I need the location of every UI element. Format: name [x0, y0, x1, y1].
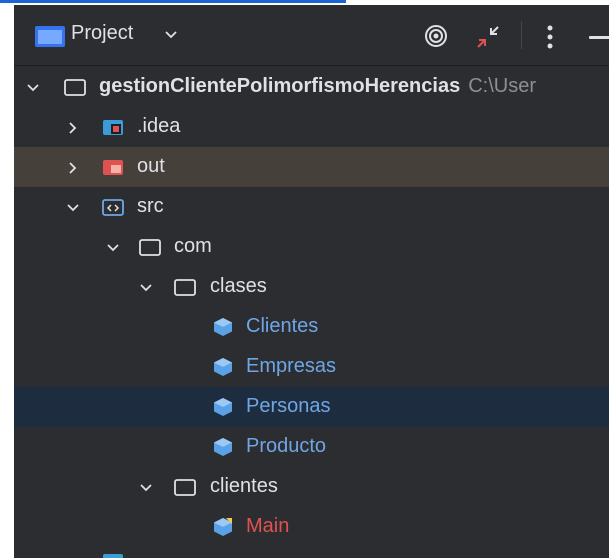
clientes-package-label: clientes: [210, 475, 278, 497]
class-label: Personas: [246, 395, 331, 417]
com-label: com: [174, 235, 212, 257]
folder-icon: [35, 26, 65, 47]
header-separator: [521, 21, 522, 49]
package-folder-icon: [139, 239, 161, 256]
collapse-icon[interactable]: [476, 25, 500, 49]
tree-item-clientes-class[interactable]: Clientes: [14, 307, 609, 347]
out-label: out: [137, 155, 165, 177]
package-folder-icon: [174, 279, 196, 296]
more-vertical-icon[interactable]: [546, 24, 554, 50]
tree-item-clases[interactable]: clases: [14, 267, 609, 307]
project-header: Project: [14, 5, 609, 66]
tree-item-main-class[interactable]: Main: [14, 507, 609, 547]
tree-item-out[interactable]: out: [14, 147, 609, 187]
chevron-down-icon[interactable]: [139, 281, 153, 295]
tree-item-idea[interactable]: .idea: [14, 107, 609, 147]
tree-item-partial: [14, 547, 609, 558]
class-label: Producto: [246, 435, 327, 457]
package-folder-icon: [174, 479, 196, 496]
file-icon: [103, 554, 123, 558]
excluded-folder-icon: [103, 160, 123, 175]
chevron-right-icon[interactable]: [66, 161, 80, 175]
source-folder-icon: [102, 199, 124, 216]
folder-icon: [64, 79, 86, 96]
tree-item-producto-class[interactable]: Producto: [14, 427, 609, 467]
project-tool-window: Project gestionClientePolimorfismoHerenc…: [14, 5, 609, 558]
chevron-down-icon[interactable]: [66, 201, 80, 215]
java-class-icon: [214, 318, 232, 336]
top-accent-bar: [0, 0, 346, 3]
main-label: Main: [246, 515, 290, 537]
tree-item-src[interactable]: src: [14, 187, 609, 227]
tree-item-root[interactable]: gestionClientePolimorfismoHerencias C:\Us…: [14, 67, 609, 107]
project-title[interactable]: Project: [71, 22, 133, 45]
chevron-right-icon[interactable]: [66, 121, 80, 135]
target-icon[interactable]: [424, 24, 448, 48]
clases-label: clases: [210, 275, 267, 297]
java-class-icon: [214, 358, 232, 376]
java-class-icon: [214, 398, 232, 416]
class-label: Clientes: [246, 315, 319, 337]
root-label: gestionClientePolimorfismoHerencias C:\Us…: [99, 75, 536, 97]
src-label: src: [137, 195, 164, 217]
minimize-icon[interactable]: [589, 36, 609, 39]
tree-item-com[interactable]: com: [14, 227, 609, 267]
idea-folder-icon: [103, 120, 123, 135]
class-label: Empresas: [246, 355, 337, 377]
root-path: C:\User: [468, 75, 536, 97]
java-main-class-icon: [214, 518, 232, 536]
chevron-down-icon[interactable]: [26, 81, 40, 95]
tree-item-empresas-class[interactable]: Empresas: [14, 347, 609, 387]
chevron-down-icon[interactable]: [164, 29, 178, 41]
tree-item-clientes-package[interactable]: clientes: [14, 467, 609, 507]
tree-item-personas-class[interactable]: Personas: [14, 387, 609, 427]
java-class-icon: [214, 438, 232, 456]
chevron-down-icon[interactable]: [139, 481, 153, 495]
chevron-down-icon[interactable]: [106, 241, 120, 255]
idea-label: .idea: [137, 115, 181, 137]
